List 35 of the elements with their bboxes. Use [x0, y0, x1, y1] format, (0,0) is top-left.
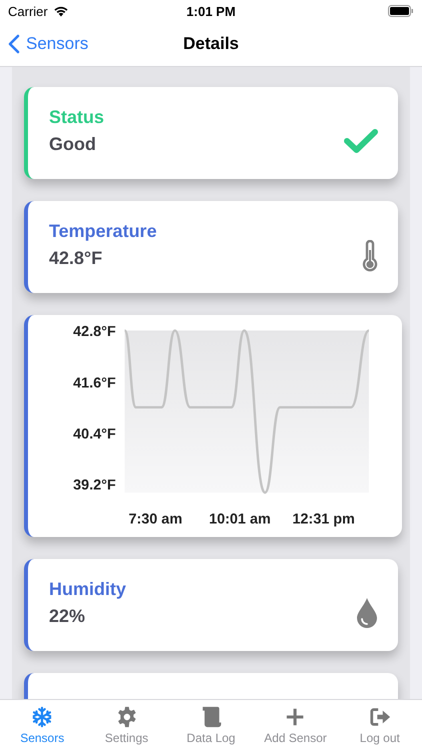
thermometer-icon: [362, 240, 378, 272]
y-axis-label: 41.6°F: [73, 375, 116, 392]
clock-time: 1:01 PM: [185, 4, 237, 18]
wifi-icon: [52, 5, 69, 17]
y-axis-label: 39.2°F: [73, 478, 116, 494]
x-axis-label: 12:31 pm: [292, 512, 355, 528]
battery-icon: [388, 5, 414, 17]
card-value: 42.8°F: [49, 248, 104, 269]
tab-bar-item[interactable]: Log out: [338, 700, 422, 750]
card-title: Status: [49, 107, 106, 128]
tab-bar-item[interactable]: Settings: [84, 700, 169, 750]
checkmark-icon: [344, 128, 378, 154]
sensor-card[interactable]: Status Good: [24, 87, 398, 179]
snowflake-icon: [31, 706, 54, 728]
tab-bar-item[interactable]: Data Log: [168, 700, 254, 750]
card-title: Temperature: [49, 221, 158, 242]
tab-bar-item[interactable]: Add Sensor: [253, 700, 338, 750]
y-axis-label: 40.4°F: [73, 426, 116, 442]
x-axis-label: 10:01 am: [208, 512, 271, 528]
screen-title: Details: [182, 34, 240, 54]
sensor-card[interactable]: Humidity 22%: [24, 559, 398, 651]
logout-icon: [368, 706, 391, 728]
back-button[interactable]: Sensors: [0, 34, 96, 54]
sensor-card[interactable]: Temperature 42.8°F: [24, 201, 398, 293]
scroll-icon: [200, 706, 222, 728]
x-axis-label: 7:30 am: [128, 512, 182, 528]
carrier-name: Carrier: [8, 4, 48, 18]
y-axis-label: 42.8°F: [73, 324, 116, 340]
back-chevron-icon: [8, 34, 20, 54]
tab-bar-item[interactable]: Sensors: [0, 700, 84, 750]
settings-icon: [116, 706, 138, 728]
card-value: Good: [49, 134, 97, 155]
card-title: Humidity: [49, 579, 128, 600]
card-value: 22%: [49, 606, 86, 627]
water-drop-icon: [356, 597, 378, 629]
